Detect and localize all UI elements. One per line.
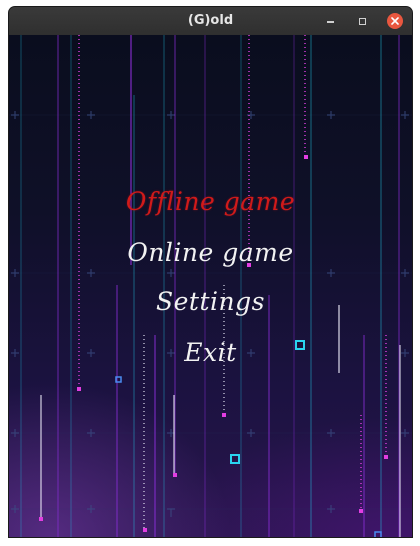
title-bar[interactable]: (G)old xyxy=(9,7,412,35)
maximize-icon[interactable] xyxy=(354,13,370,29)
exit-button[interactable]: Exit xyxy=(9,338,412,367)
online-game-button[interactable]: Online game xyxy=(9,238,412,267)
close-icon[interactable] xyxy=(387,13,403,29)
window-title: (G)old xyxy=(187,13,234,28)
offline-game-button[interactable]: Offline game xyxy=(9,187,412,216)
game-background: Offline game Online game Settings Exit xyxy=(9,35,412,537)
falling-lines-background xyxy=(9,35,412,537)
settings-button[interactable]: Settings xyxy=(9,287,412,316)
app-window: (G)old Offline game Online game Settings… xyxy=(9,7,412,537)
minimize-icon[interactable] xyxy=(323,13,339,29)
